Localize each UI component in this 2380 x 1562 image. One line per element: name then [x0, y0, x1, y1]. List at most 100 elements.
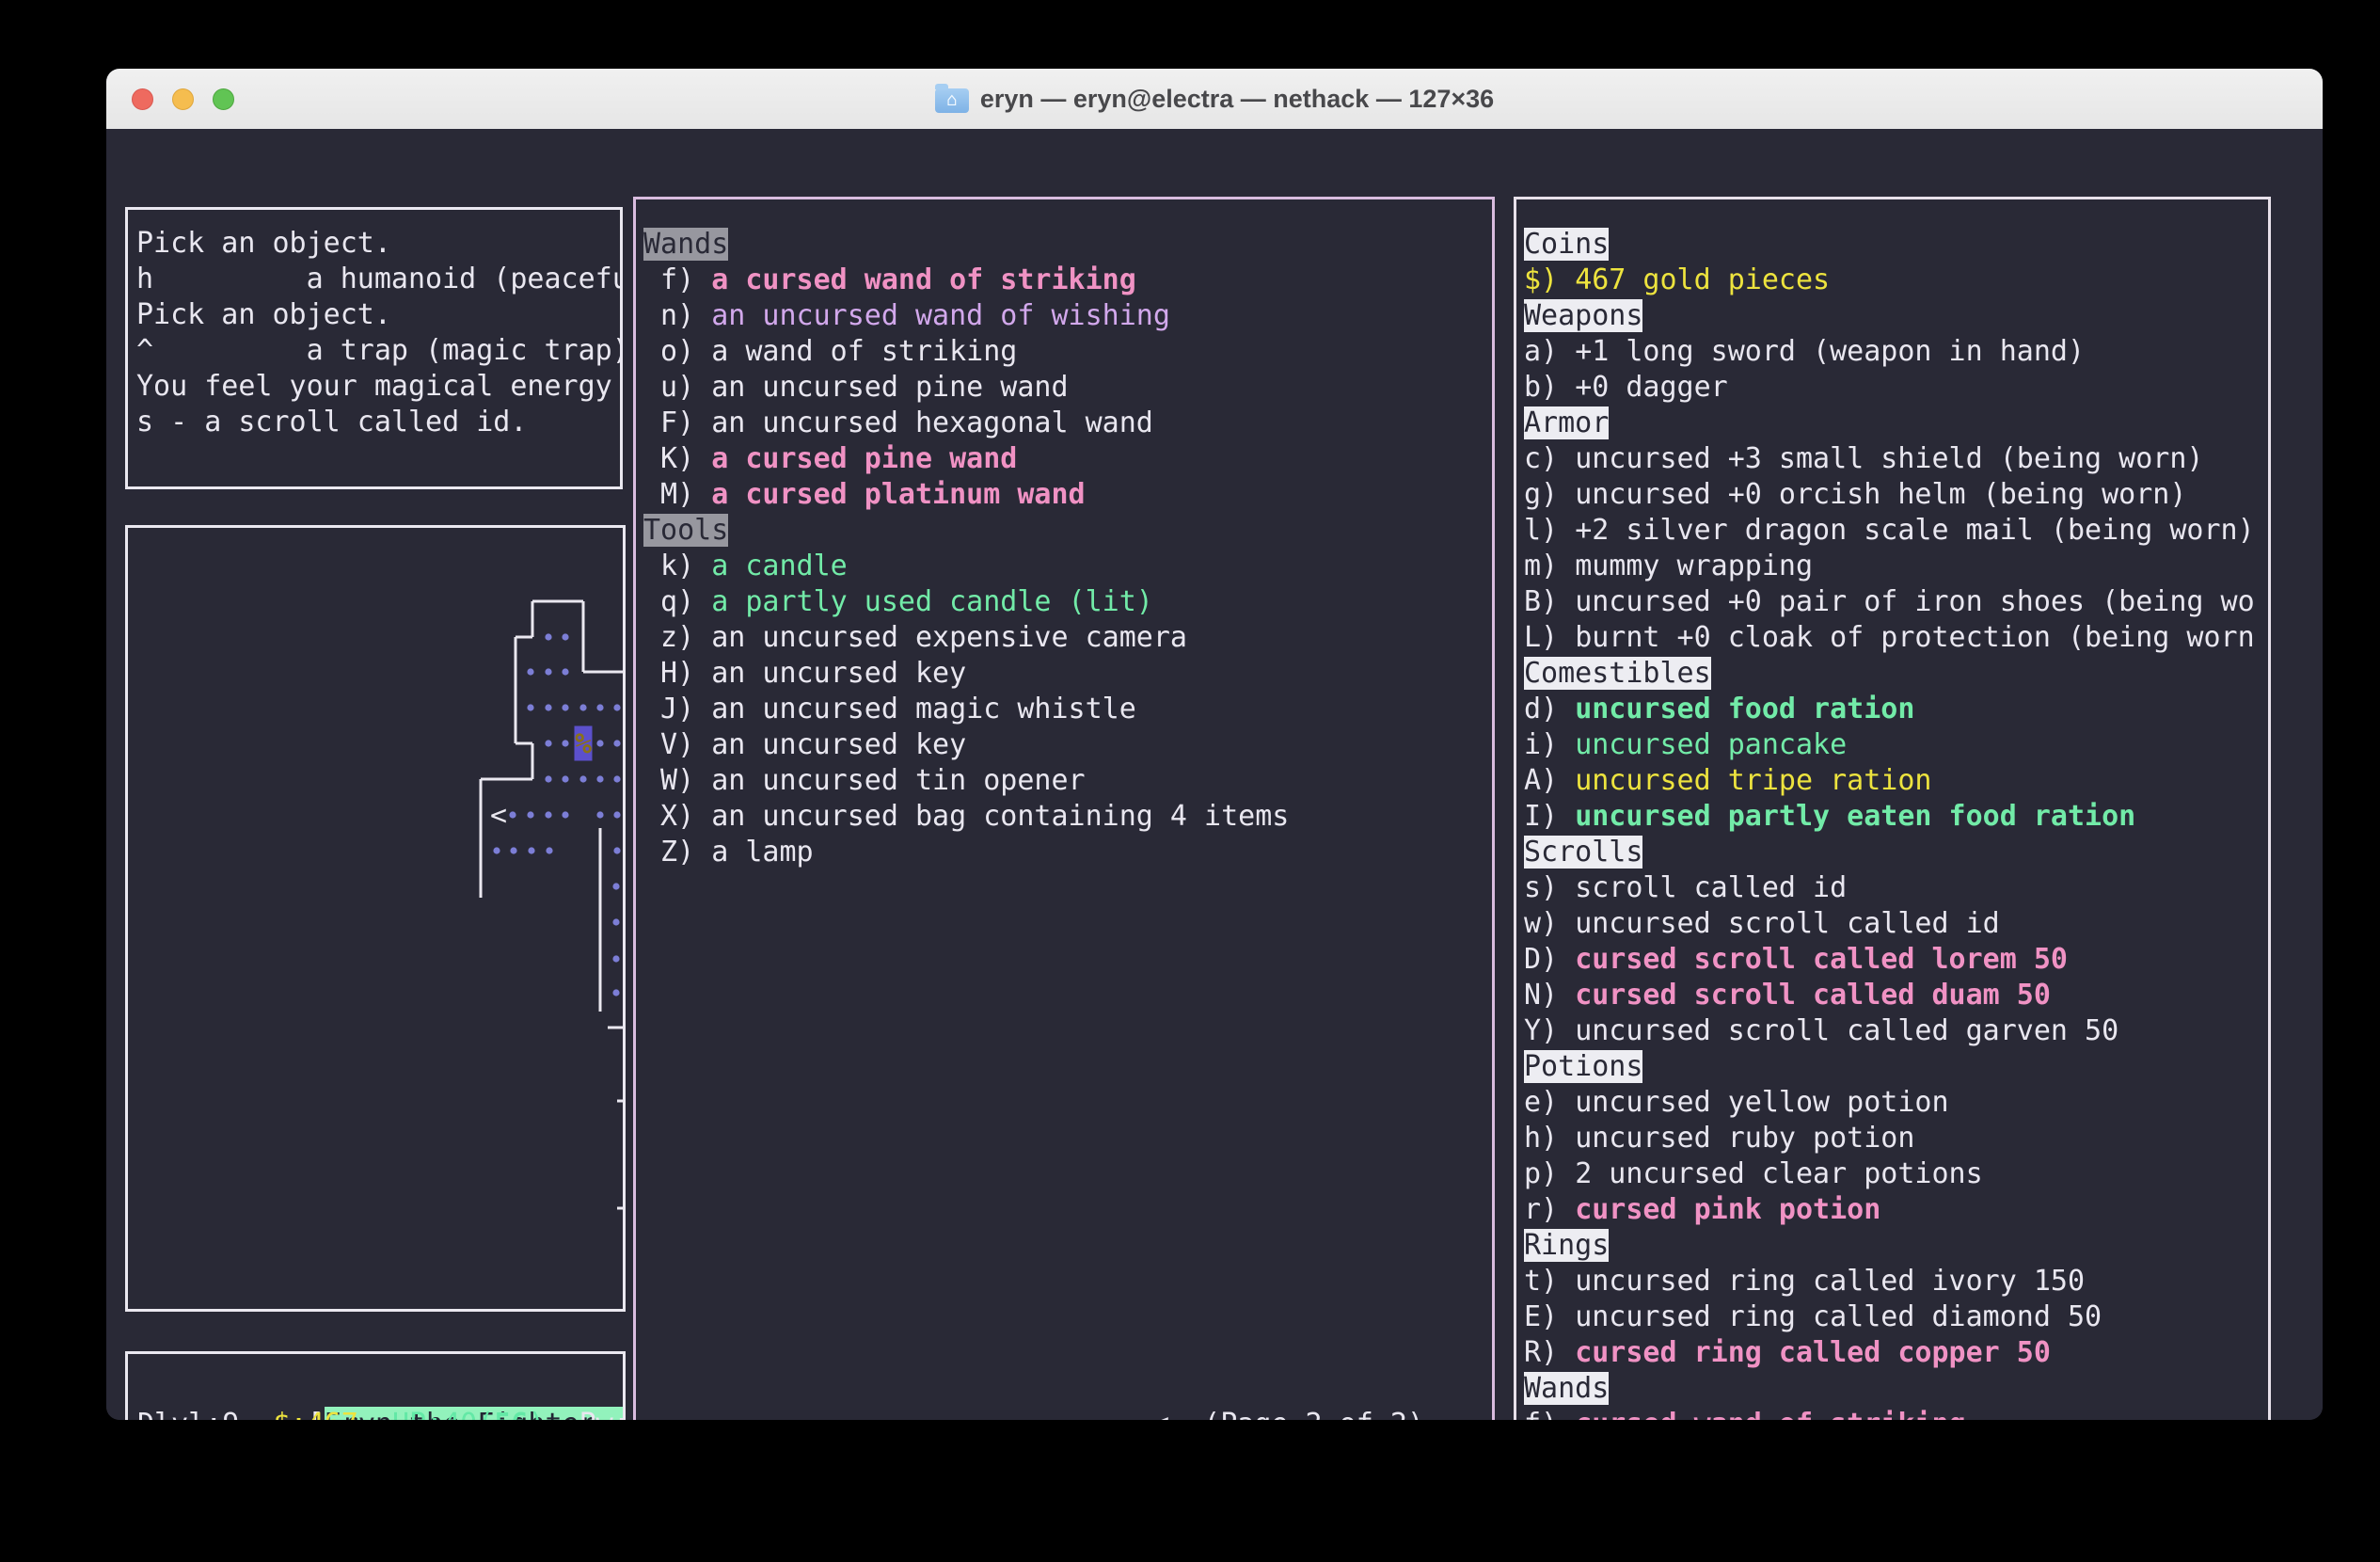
item-label: a candle — [711, 550, 848, 582]
status-field: $:467 — [274, 1408, 358, 1420]
menu-item[interactable]: s) scroll called id — [1524, 870, 1847, 906]
section-header: Scrolls — [1524, 836, 1642, 869]
menu-item[interactable]: H) an uncursed key — [643, 656, 966, 692]
item-key: W) — [643, 764, 711, 797]
map-floor-dot — [613, 811, 620, 818]
menu-item[interactable]: l) +2 silver dragon scale mail (being wo… — [1524, 513, 2255, 549]
menu-item[interactable]: u) an uncursed pine wand — [643, 370, 1069, 406]
message-line: s - a scroll called id. — [136, 405, 527, 440]
menu-item[interactable]: r) cursed pink potion — [1524, 1192, 1880, 1228]
item-label: uncursed pancake — [1575, 728, 1847, 761]
menu-item[interactable]: h) uncursed ruby potion — [1524, 1121, 1914, 1156]
home-icon: ⌂ — [935, 88, 969, 113]
status-name-row: [Eryn the Fighter — [137, 1371, 626, 1407]
map-floor-dot — [562, 704, 568, 710]
menu-item[interactable]: p) 2 uncursed clear potions — [1524, 1156, 1983, 1192]
menu-item[interactable]: d) uncursed food ration — [1524, 692, 1914, 727]
zoom-button[interactable] — [213, 88, 234, 110]
status-field: ) — [528, 1408, 545, 1420]
menu-item[interactable]: M) a cursed platinum wand — [643, 477, 1086, 513]
menu-item[interactable]: z) an uncursed expensive camera — [643, 620, 1187, 656]
status-field: 56 — [494, 1408, 528, 1420]
terminal-window: ⌂ eryn — eryn@electra — nethack — 127×36… — [106, 69, 2323, 1420]
window-title: eryn — eryn@electra — nethack — 127×36 — [980, 85, 1494, 114]
menu-item[interactable]: L) burnt +0 cloak of protection (being w… — [1524, 620, 2255, 656]
item-key: H) — [643, 657, 711, 690]
map-floor-dot — [545, 775, 551, 782]
inventory-menu-page2: <= (Page 2 of 2) Wands f) a cursed wand … — [633, 197, 1495, 1420]
menu-item[interactable]: n) an uncursed wand of wishing — [643, 298, 1170, 334]
menu-item[interactable]: F) an uncursed hexagonal wand — [643, 406, 1153, 441]
map-floor-dot — [596, 775, 603, 782]
menu-section-row: Rings — [1524, 1228, 1609, 1264]
item-key: m) — [1524, 550, 1575, 582]
status-stats-row: Dlvl:9 $:467 HP:40(56) Pw: — [137, 1407, 626, 1420]
close-button[interactable] — [132, 88, 153, 110]
map-floor-dot — [562, 740, 568, 746]
menu-item[interactable]: X) an uncursed bag containing 4 items — [643, 799, 1289, 835]
menu-item[interactable]: J) an uncursed magic whistle — [643, 692, 1136, 727]
item-label: uncursed food ration — [1575, 693, 1914, 725]
item-label: 2 uncursed clear potions — [1575, 1157, 1982, 1190]
item-key: d) — [1524, 693, 1575, 725]
item-label: uncursed ruby potion — [1575, 1122, 1914, 1155]
menu-item[interactable]: W) an uncursed tin opener — [643, 763, 1086, 799]
minimize-button[interactable] — [172, 88, 194, 110]
message-line: ^ a trap (magic trap) — [136, 333, 623, 369]
menu-item[interactable]: f) a cursed wand of striking — [643, 263, 1136, 298]
section-header: Wands — [1524, 1372, 1609, 1405]
menu-item[interactable]: w) uncursed scroll called id — [1524, 906, 2000, 942]
menu-item[interactable]: B) uncursed +0 pair of iron shoes (being… — [1524, 584, 2255, 620]
item-label: uncursed scroll called garven 50 — [1575, 1014, 2118, 1047]
menu-item[interactable]: N) cursed scroll called duam 50 — [1524, 978, 2051, 1013]
item-label: an uncursed pine wand — [711, 371, 1068, 404]
item-label: cursed wand of striking — [1575, 1408, 1965, 1420]
map-floor-dot — [596, 811, 603, 818]
menu-item[interactable]: k) a candle — [643, 549, 848, 584]
menu-item[interactable]: g) uncursed +0 orcish helm (being worn) — [1524, 477, 2186, 513]
menu-item[interactable]: $) 467 gold pieces — [1524, 263, 1830, 298]
item-label: a cursed wand of striking — [711, 263, 1136, 296]
menu-item[interactable]: D) cursed scroll called lorem 50 — [1524, 942, 2068, 978]
menu-item[interactable]: o) a wand of striking — [643, 334, 1017, 370]
item-label: an uncursed magic whistle — [711, 693, 1136, 725]
message-line: Pick an object. — [136, 297, 391, 333]
status-field — [546, 1408, 579, 1420]
map-floor-dot — [493, 847, 500, 853]
menu-item[interactable]: I) uncursed partly eaten food ration — [1524, 799, 2135, 835]
stairs-up-glyph: < — [490, 800, 507, 833]
map-floor-dot — [562, 668, 568, 675]
menu-item[interactable]: c) uncursed +3 small shield (being worn) — [1524, 441, 2203, 477]
menu-item[interactable]: R) cursed ring called copper 50 — [1524, 1335, 2051, 1371]
menu-item[interactable]: q) a partly used candle (lit) — [643, 584, 1153, 620]
map-floor-dot — [545, 811, 551, 818]
menu-section-row: Potions — [1524, 1049, 1642, 1085]
item-label: uncursed scroll called id — [1575, 907, 2000, 940]
menu-item[interactable]: e) uncursed yellow potion — [1524, 1085, 1949, 1121]
item-label: +2 silver dragon scale mail (being worn) — [1575, 514, 2254, 547]
menu-item[interactable]: t) uncursed ring called ivory 150 — [1524, 1264, 2085, 1299]
menu-item[interactable]: i) uncursed pancake — [1524, 727, 1847, 763]
map-floor-dot — [562, 775, 568, 782]
menu-item[interactable]: Y) uncursed scroll called garven 50 — [1524, 1013, 2118, 1049]
menu-item[interactable]: Z) a lamp — [643, 835, 814, 870]
menu-item[interactable]: b) +0 dagger — [1524, 370, 1728, 406]
item-key: k) — [643, 550, 711, 582]
item-key: D) — [1524, 943, 1575, 976]
menu-item[interactable]: V) an uncursed key — [643, 727, 966, 763]
section-header: Rings — [1524, 1229, 1609, 1262]
item-label: a lamp — [711, 836, 813, 869]
map-floor-dot — [510, 847, 516, 853]
map-floor-dot — [562, 811, 568, 818]
item-key: o) — [643, 335, 711, 368]
item-key: s) — [1524, 871, 1575, 904]
menu-item[interactable]: K) a cursed pine wand — [643, 441, 1017, 477]
menu-item[interactable]: m) mummy wrapping — [1524, 549, 1813, 584]
menu-item[interactable]: E) uncursed ring called diamond 50 — [1524, 1299, 2102, 1335]
menu-section-row: Armor — [1524, 406, 1609, 441]
status-field: HP:40( — [392, 1408, 494, 1420]
map-floor-dot — [612, 883, 619, 889]
menu-item[interactable]: A) uncursed tripe ration — [1524, 763, 1931, 799]
menu-item[interactable]: a) +1 long sword (weapon in hand) — [1524, 334, 2085, 370]
menu-item[interactable]: f) cursed wand of striking — [1524, 1407, 1966, 1420]
